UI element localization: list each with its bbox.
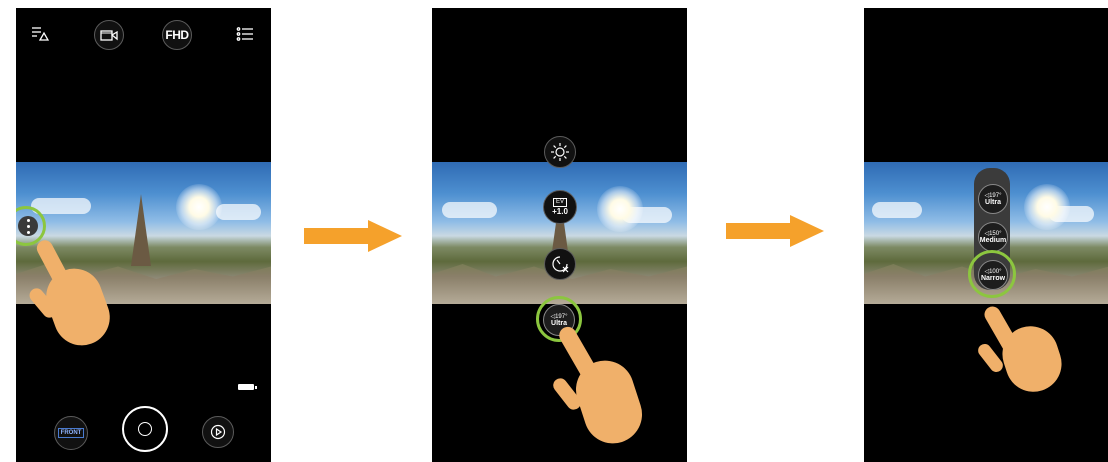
timer-button[interactable]: [544, 248, 576, 280]
exposure-label: EV: [552, 198, 567, 207]
fov-option-ultra[interactable]: ◁197° Ultra: [978, 184, 1008, 214]
battery-icon: [238, 384, 257, 390]
resolution-button[interactable]: FHD: [162, 20, 192, 50]
resolution-label: FHD: [165, 28, 189, 42]
front-camera-label: FRONT: [57, 428, 85, 438]
tap-highlight-ring: [968, 250, 1016, 298]
step-arrow-2: [726, 215, 826, 247]
screen-1-camera: FHD FRONT: [16, 8, 271, 462]
screen-2-camera: EV +1.0 ◁197° Ultra: [432, 8, 687, 462]
panorama-preview: [432, 162, 687, 304]
settings-list-icon[interactable]: [234, 24, 256, 44]
top-toolbar: FHD: [16, 20, 271, 50]
front-camera-button[interactable]: FRONT: [54, 416, 88, 450]
screen-3-camera: ◁197° Ultra ◁150° Medium ◁100° Narrow: [864, 8, 1108, 462]
step-arrow-1: [304, 220, 404, 252]
fov-option-name: Medium: [979, 236, 1007, 244]
pointing-hand: [550, 323, 650, 454]
shutter-button[interactable]: [122, 406, 168, 452]
fov-option-medium[interactable]: ◁150° Medium: [978, 222, 1008, 252]
playback-icon: [210, 424, 226, 440]
video-mode-icon: [100, 30, 118, 41]
pointing-hand: [975, 303, 1072, 400]
brightness-button[interactable]: [544, 136, 576, 168]
exposure-value: +1.0: [552, 207, 568, 216]
playback-button[interactable]: [202, 416, 234, 448]
filter-icon[interactable]: [30, 24, 50, 44]
pointing-hand: [26, 237, 118, 358]
fov-option-name: Ultra: [985, 198, 1001, 206]
exposure-button[interactable]: EV +1.0: [543, 190, 577, 224]
video-mode-button[interactable]: [94, 20, 124, 50]
timer-off-icon: [552, 256, 569, 273]
brightness-icon: [551, 143, 569, 161]
shutter-icon: [138, 422, 152, 436]
